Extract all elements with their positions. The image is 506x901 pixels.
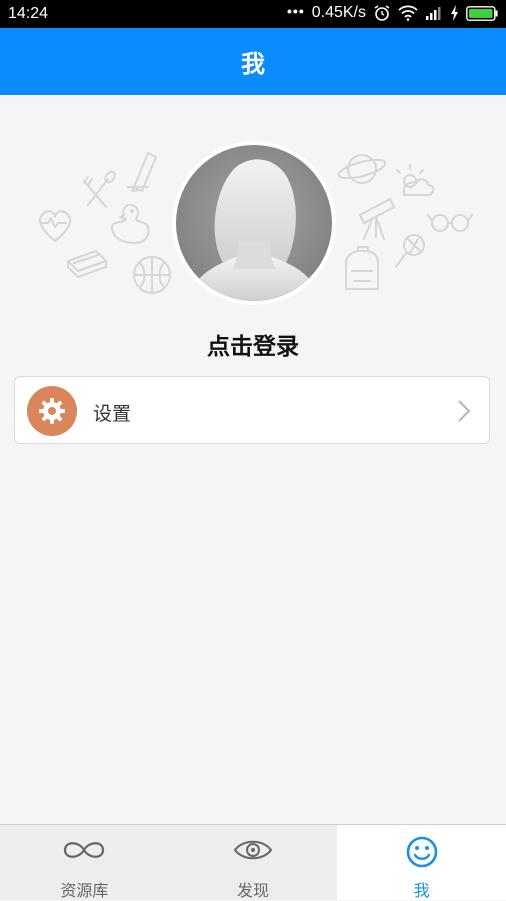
notification-dots: ••• bbox=[287, 3, 305, 19]
infinity-icon bbox=[61, 835, 107, 869]
wifi-icon bbox=[398, 5, 418, 21]
chevron-right-icon bbox=[457, 399, 471, 427]
settings-label: 设置 bbox=[93, 403, 132, 425]
network-speed: 0.45K/s bbox=[311, 4, 366, 21]
default-avatar-icon bbox=[176, 145, 332, 301]
tab-label: 资源库 bbox=[60, 881, 109, 900]
avatar[interactable] bbox=[172, 141, 336, 305]
gear-icon bbox=[27, 386, 77, 436]
tab-discover[interactable]: 发现 bbox=[169, 825, 338, 900]
status-time: 14:24 bbox=[8, 5, 49, 22]
smiley-icon bbox=[405, 835, 439, 873]
page-title: 我 bbox=[241, 50, 265, 78]
title-bar: 我 bbox=[0, 28, 506, 95]
settings-menu-item[interactable]: 设置 bbox=[14, 376, 490, 444]
profile-header: 点击登录 bbox=[0, 95, 506, 365]
status-bar: 14:24 ••• 0.45K/s bbox=[0, 0, 506, 28]
alarm-icon bbox=[373, 4, 391, 22]
tab-library[interactable]: 资源库 bbox=[0, 825, 169, 900]
tab-label: 发现 bbox=[237, 881, 270, 900]
eye-icon bbox=[233, 835, 273, 869]
signal-icon bbox=[425, 6, 443, 20]
bottom-tab-bar: 资源库 发现 我 bbox=[0, 824, 506, 900]
charging-icon bbox=[450, 5, 459, 21]
login-prompt[interactable]: 点击登录 bbox=[0, 327, 506, 361]
battery-icon bbox=[466, 5, 498, 21]
tab-me[interactable]: 我 bbox=[337, 825, 506, 900]
tab-label: 我 bbox=[413, 881, 430, 900]
